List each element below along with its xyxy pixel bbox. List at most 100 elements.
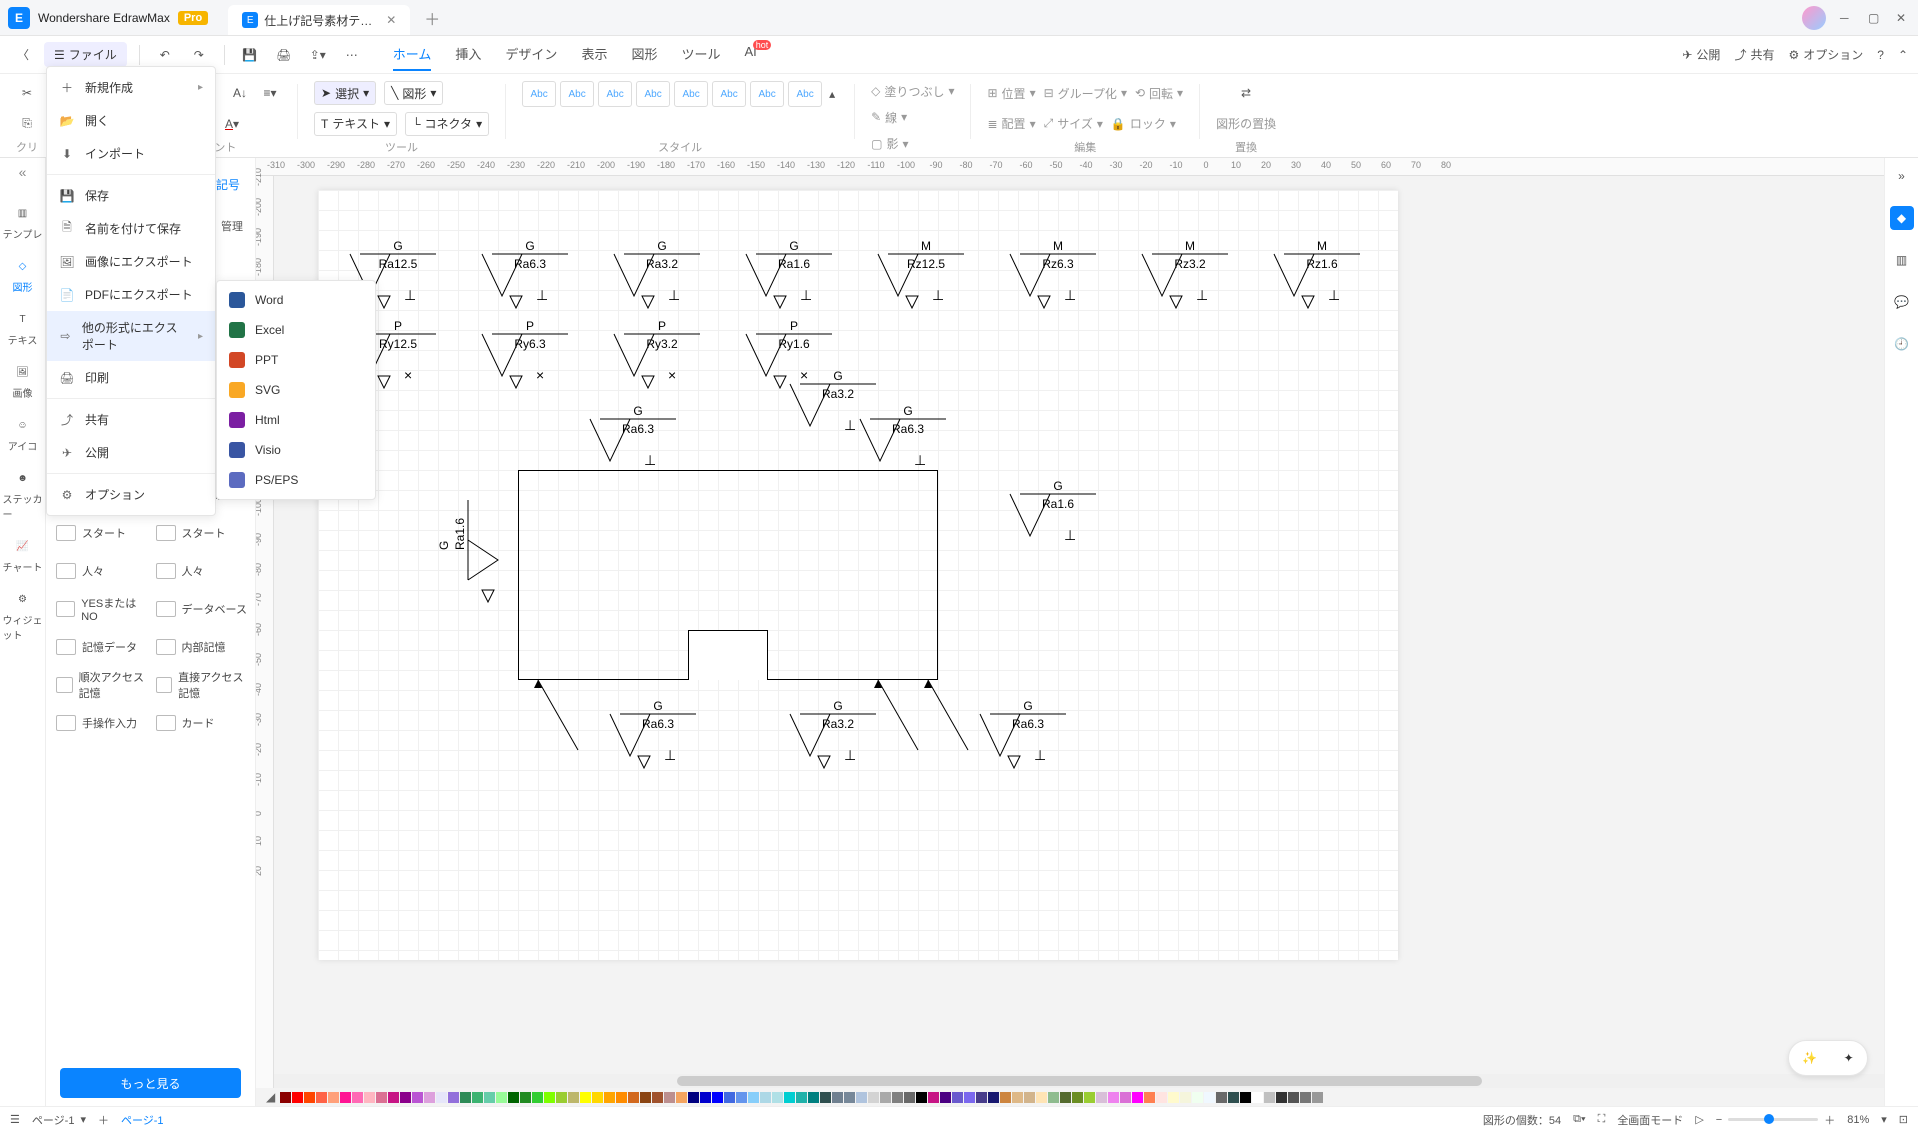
- fit-icon[interactable]: ⛶: [1598, 1113, 1606, 1126]
- align-icon[interactable]: ≡▾: [259, 82, 281, 104]
- shape-item[interactable]: 人々: [56, 563, 150, 579]
- surface-finish-symbol[interactable]: G Ra6.3 ⊥: [480, 240, 580, 313]
- export-word[interactable]: Word: [217, 285, 375, 315]
- collapse-rail-icon[interactable]: «: [19, 164, 27, 180]
- color-swatch[interactable]: [1168, 1092, 1179, 1103]
- color-swatch[interactable]: [352, 1092, 363, 1103]
- export-icon[interactable]: ⇪▾: [305, 42, 331, 68]
- fullscreen-label[interactable]: 全画面モード: [1617, 1112, 1683, 1128]
- shape-tool[interactable]: ╲ 図形 ▾: [384, 81, 443, 105]
- color-swatch[interactable]: [1240, 1092, 1251, 1103]
- color-swatch[interactable]: [1204, 1092, 1215, 1103]
- color-swatch[interactable]: [340, 1092, 351, 1103]
- color-swatch[interactable]: [844, 1092, 855, 1103]
- tab-shape[interactable]: 図形: [631, 38, 657, 71]
- shape-item[interactable]: スタート: [156, 525, 250, 541]
- color-swatch[interactable]: [424, 1092, 435, 1103]
- color-swatch[interactable]: [484, 1092, 495, 1103]
- line-button[interactable]: ✎ 線 ▾: [871, 109, 907, 126]
- color-swatch[interactable]: [364, 1092, 375, 1103]
- file-publish[interactable]: ✈公開: [47, 436, 215, 469]
- file-menu-button[interactable]: ☰ ファイル: [44, 42, 127, 67]
- style-preset[interactable]: Abc: [750, 81, 784, 107]
- color-swatch[interactable]: [664, 1092, 675, 1103]
- rail-widget[interactable]: ⚙ウィジェット: [3, 588, 43, 642]
- color-swatch[interactable]: [280, 1092, 291, 1103]
- fit-page-icon[interactable]: ⊡: [1899, 1113, 1908, 1126]
- color-swatch[interactable]: [856, 1092, 867, 1103]
- color-swatch[interactable]: [1156, 1092, 1167, 1103]
- publish-button[interactable]: ✈ 公開: [1682, 46, 1720, 63]
- print-icon[interactable]: 🖨: [271, 42, 297, 68]
- size-button[interactable]: ⤢ サイズ ▾: [1044, 115, 1103, 132]
- presentation-icon[interactable]: ▷: [1695, 1113, 1703, 1126]
- color-swatch[interactable]: [376, 1092, 387, 1103]
- color-swatch[interactable]: [580, 1092, 591, 1103]
- color-swatch[interactable]: [616, 1092, 627, 1103]
- surface-finish-symbol[interactable]: M Rz1.6 ⊥: [1272, 240, 1372, 313]
- color-swatch[interactable]: [640, 1092, 651, 1103]
- add-page-icon[interactable]: ＋: [98, 1112, 109, 1128]
- surface-finish-symbol[interactable]: P Ry3.2 ×: [612, 320, 712, 393]
- color-swatch[interactable]: [688, 1092, 699, 1103]
- color-swatch[interactable]: [388, 1092, 399, 1103]
- shape-item[interactable]: スタート: [56, 525, 150, 541]
- color-swatch[interactable]: [1252, 1092, 1263, 1103]
- color-swatch[interactable]: [628, 1092, 639, 1103]
- replace-shape-icon[interactable]: ⇄: [1235, 82, 1257, 104]
- cut-icon[interactable]: ✂: [16, 82, 38, 104]
- file-saveas[interactable]: 🗎名前を付けて保存: [47, 212, 215, 245]
- rotate-button[interactable]: ⟲ 回転 ▾: [1135, 85, 1183, 102]
- page-tab[interactable]: ページ-1: [121, 1112, 164, 1128]
- surface-finish-symbol[interactable]: G Ra6.3 ⊥: [978, 700, 1078, 773]
- color-swatch[interactable]: [1072, 1092, 1083, 1103]
- export-ppt[interactable]: PPT: [217, 345, 375, 375]
- save-icon[interactable]: 💾: [237, 42, 263, 68]
- more-shapes-button[interactable]: もっと見る: [60, 1068, 241, 1098]
- group-button[interactable]: ⊟ グループ化 ▾: [1044, 85, 1127, 102]
- file-export-other[interactable]: ⇨他の形式にエクスポート▸: [47, 311, 215, 361]
- export-ps[interactable]: PS/EPS: [217, 465, 375, 495]
- redo-icon[interactable]: ↷: [186, 42, 212, 68]
- color-swatch[interactable]: [508, 1092, 519, 1103]
- horizontal-scrollbar[interactable]: [274, 1074, 1884, 1088]
- color-swatch[interactable]: [940, 1092, 951, 1103]
- color-swatch[interactable]: [772, 1092, 783, 1103]
- zoom-in-icon[interactable]: ＋: [1824, 1112, 1835, 1128]
- position-button[interactable]: ⊞ 位置 ▾: [987, 85, 1035, 102]
- file-options[interactable]: ⚙オプション: [47, 478, 215, 511]
- canvas[interactable]: G Ra12.5 ⊥ G Ra6.3 ⊥ G Ra3.2 ⊥ G Ra1.6 ⊥…: [274, 176, 1884, 1070]
- color-swatch[interactable]: [700, 1092, 711, 1103]
- surface-finish-symbol[interactable]: M Rz12.5 ⊥: [876, 240, 976, 313]
- color-swatch[interactable]: [1312, 1092, 1323, 1103]
- color-swatch[interactable]: [1132, 1092, 1143, 1103]
- color-swatch[interactable]: [604, 1092, 615, 1103]
- copy-icon[interactable]: ⎘: [16, 113, 38, 135]
- surface-finish-symbol[interactable]: G Ra6.3 ⊥: [588, 405, 688, 478]
- tab-view[interactable]: 表示: [581, 38, 607, 71]
- file-export-pdf[interactable]: 📄PDFにエクスポート: [47, 278, 215, 311]
- shadow-button[interactable]: ▢ 影 ▾: [871, 135, 908, 152]
- back-icon[interactable]: 〈: [10, 42, 36, 68]
- shape-item[interactable]: カード: [156, 715, 250, 731]
- color-swatch[interactable]: [1036, 1092, 1047, 1103]
- color-swatch[interactable]: [916, 1092, 927, 1103]
- shape-item[interactable]: YESまたはNO: [56, 595, 150, 623]
- color-swatch[interactable]: [892, 1092, 903, 1103]
- color-swatch[interactable]: [748, 1092, 759, 1103]
- style-preset[interactable]: Abc: [522, 81, 556, 107]
- page-select[interactable]: ページ-1▾: [32, 1112, 86, 1128]
- connector-tool[interactable]: └ コネクタ ▾: [405, 112, 489, 136]
- rail-image[interactable]: 🖼画像: [3, 361, 43, 400]
- export-visio[interactable]: Visio: [217, 435, 375, 465]
- color-swatch[interactable]: [796, 1092, 807, 1103]
- expand-right-icon[interactable]: »: [1890, 164, 1914, 188]
- fill-button[interactable]: ◇ 塗りつぶし ▾: [871, 83, 954, 100]
- color-swatch[interactable]: [736, 1092, 747, 1103]
- shape-item[interactable]: 直接アクセス記憶: [156, 669, 250, 701]
- zoom-value[interactable]: 81%: [1847, 1114, 1869, 1126]
- color-swatch[interactable]: [1216, 1092, 1227, 1103]
- options-button[interactable]: ⚙ オプション: [1788, 46, 1863, 63]
- color-swatch[interactable]: [760, 1092, 771, 1103]
- file-share[interactable]: ⤴共有: [47, 403, 215, 436]
